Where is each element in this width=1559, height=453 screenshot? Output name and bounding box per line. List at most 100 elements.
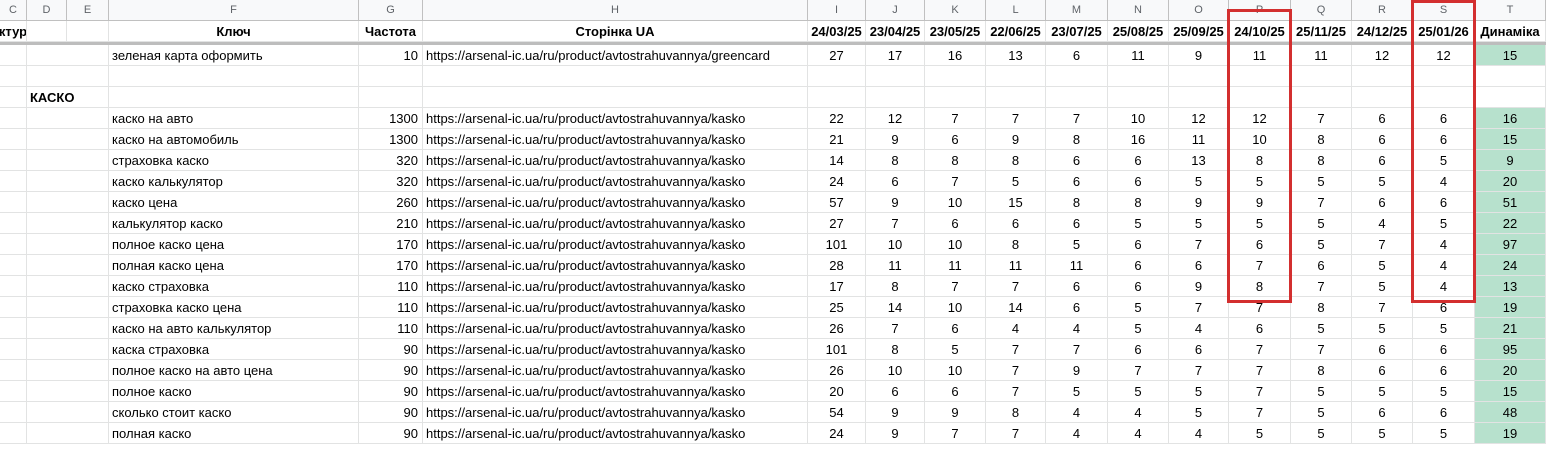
frequency-cell[interactable]: 10: [359, 45, 423, 66]
column-letter-d[interactable]: D: [27, 0, 67, 21]
frequency-cell[interactable]: 260: [359, 192, 423, 213]
position-cell[interactable]: 7: [986, 423, 1046, 444]
dynamics-cell[interactable]: 95: [1475, 339, 1546, 360]
frequency-cell[interactable]: [359, 87, 423, 108]
frequency-cell[interactable]: 1300: [359, 108, 423, 129]
position-cell[interactable]: 28: [808, 255, 866, 276]
position-cell[interactable]: 4: [1169, 423, 1229, 444]
position-cell[interactable]: 5: [1352, 318, 1413, 339]
position-cell[interactable]: 6: [1046, 150, 1108, 171]
section-label[interactable]: [27, 129, 109, 150]
column-letter-e[interactable]: E: [67, 0, 109, 21]
position-cell[interactable]: 6: [1108, 234, 1169, 255]
position-cell[interactable]: 10: [1108, 108, 1169, 129]
cell-c[interactable]: [0, 45, 27, 66]
position-cell[interactable]: 12: [1352, 45, 1413, 66]
dynamics-cell[interactable]: 15: [1475, 381, 1546, 402]
frequency-cell[interactable]: 90: [359, 402, 423, 423]
position-cell[interactable]: 26: [808, 360, 866, 381]
position-cell[interactable]: [986, 87, 1046, 108]
position-cell[interactable]: [925, 66, 986, 87]
position-cell[interactable]: 5: [1108, 297, 1169, 318]
position-cell[interactable]: 9: [925, 402, 986, 423]
keyword-cell[interactable]: каско страховка: [109, 276, 359, 297]
position-cell[interactable]: 8: [1229, 150, 1291, 171]
position-cell[interactable]: 8: [925, 150, 986, 171]
dynamics-cell[interactable]: 51: [1475, 192, 1546, 213]
position-cell[interactable]: 7: [1046, 108, 1108, 129]
position-cell[interactable]: 7: [986, 360, 1046, 381]
position-cell[interactable]: 7: [1352, 297, 1413, 318]
position-cell[interactable]: 6: [925, 381, 986, 402]
dynamics-cell[interactable]: 19: [1475, 423, 1546, 444]
frequency-cell[interactable]: 170: [359, 234, 423, 255]
position-cell[interactable]: [866, 87, 925, 108]
position-cell[interactable]: 10: [866, 234, 925, 255]
position-cell[interactable]: 8: [1046, 129, 1108, 150]
section-label[interactable]: [27, 150, 109, 171]
position-cell[interactable]: 6: [925, 318, 986, 339]
frequency-cell[interactable]: 110: [359, 276, 423, 297]
cell-c[interactable]: [0, 66, 27, 87]
position-cell[interactable]: 4: [1413, 234, 1475, 255]
position-cell[interactable]: 9: [1169, 276, 1229, 297]
position-cell[interactable]: 4: [986, 318, 1046, 339]
column-letter-m[interactable]: M: [1046, 0, 1108, 21]
dynamics-cell[interactable]: 16: [1475, 108, 1546, 129]
dynamics-cell[interactable]: 13: [1475, 276, 1546, 297]
position-cell[interactable]: 5: [1169, 402, 1229, 423]
keyword-cell[interactable]: каско на автомобиль: [109, 129, 359, 150]
position-cell[interactable]: 5: [1108, 213, 1169, 234]
keyword-cell[interactable]: полная каско: [109, 423, 359, 444]
position-cell[interactable]: 11: [1229, 45, 1291, 66]
position-cell[interactable]: 7: [1229, 402, 1291, 423]
position-cell[interactable]: 7: [1291, 339, 1352, 360]
cell-c[interactable]: [0, 297, 27, 318]
keyword-cell[interactable]: [109, 87, 359, 108]
position-cell[interactable]: 7: [1108, 360, 1169, 381]
position-cell[interactable]: 8: [1291, 297, 1352, 318]
frequency-cell[interactable]: 320: [359, 171, 423, 192]
section-label[interactable]: [27, 402, 109, 423]
position-cell[interactable]: 10: [925, 360, 986, 381]
position-cell[interactable]: 16: [925, 45, 986, 66]
position-cell[interactable]: [808, 87, 866, 108]
position-cell[interactable]: 9: [986, 129, 1046, 150]
section-label[interactable]: [27, 381, 109, 402]
position-cell[interactable]: 7: [986, 108, 1046, 129]
position-cell[interactable]: 5: [1169, 171, 1229, 192]
position-cell[interactable]: 5: [1352, 276, 1413, 297]
position-cell[interactable]: 7: [1229, 255, 1291, 276]
keyword-cell[interactable]: страховка каско: [109, 150, 359, 171]
position-cell[interactable]: 6: [1046, 297, 1108, 318]
position-cell[interactable]: 11: [1046, 255, 1108, 276]
position-cell[interactable]: 24: [808, 171, 866, 192]
column-letter-j[interactable]: J: [866, 0, 925, 21]
position-cell[interactable]: 57: [808, 192, 866, 213]
position-cell[interactable]: 7: [1169, 297, 1229, 318]
position-cell[interactable]: 7: [1291, 192, 1352, 213]
url-cell[interactable]: https://arsenal-ic.ua/ru/product/avtostr…: [423, 276, 808, 297]
section-label[interactable]: [27, 318, 109, 339]
position-cell[interactable]: 10: [925, 297, 986, 318]
dynamics-cell[interactable]: 97: [1475, 234, 1546, 255]
position-cell[interactable]: 5: [1229, 171, 1291, 192]
dynamics-cell[interactable]: 15: [1475, 129, 1546, 150]
keyword-cell[interactable]: полное каско цена: [109, 234, 359, 255]
cell-c[interactable]: [0, 339, 27, 360]
position-cell[interactable]: 5: [1291, 423, 1352, 444]
position-cell[interactable]: [1413, 66, 1475, 87]
position-cell[interactable]: 4: [1046, 423, 1108, 444]
position-cell[interactable]: 7: [866, 213, 925, 234]
position-cell[interactable]: 5: [1108, 318, 1169, 339]
position-cell[interactable]: 5: [1413, 213, 1475, 234]
url-cell[interactable]: https://arsenal-ic.ua/ru/product/avtostr…: [423, 402, 808, 423]
cell-c[interactable]: [0, 255, 27, 276]
frequency-cell[interactable]: 90: [359, 423, 423, 444]
dynamics-cell[interactable]: 48: [1475, 402, 1546, 423]
cell-c[interactable]: [0, 213, 27, 234]
position-cell[interactable]: 6: [1413, 192, 1475, 213]
position-cell[interactable]: 26: [808, 318, 866, 339]
position-cell[interactable]: 101: [808, 234, 866, 255]
position-cell[interactable]: 5: [1291, 171, 1352, 192]
